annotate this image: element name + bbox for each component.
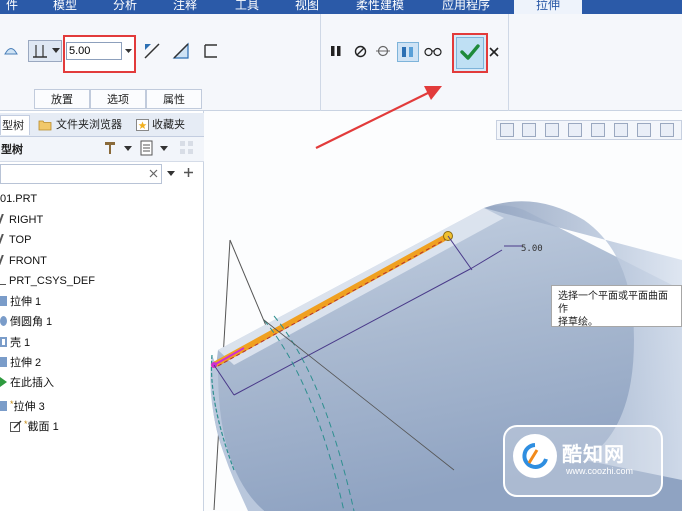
- no-preview-icon[interactable]: [354, 45, 367, 58]
- tree-item-insert-here[interactable]: 在此插入: [0, 374, 54, 392]
- tab-model-tree[interactable]: 型树: [0, 115, 30, 135]
- verify-icon: [402, 47, 413, 57]
- tree-item-extrude-3[interactable]: *拉伸 3: [0, 395, 45, 413]
- part-label: 01.PRT: [0, 193, 38, 205]
- dimension-label[interactable]: 5.00: [521, 244, 543, 254]
- extrude-icon: [0, 357, 7, 367]
- tree-item-section-1[interactable]: *截面 1: [10, 415, 59, 433]
- tab-folder-browser[interactable]: 文件夹浏览器: [56, 115, 128, 135]
- check-icon: [460, 44, 480, 60]
- tab-extrude[interactable]: 拉伸: [514, 0, 582, 14]
- extrude-icon: [0, 296, 7, 306]
- tooltip: 选择一个平面或平面曲面作 择草绘。: [551, 285, 682, 328]
- reorient-icon[interactable]: [591, 123, 605, 137]
- saved-views-icon[interactable]: [614, 123, 628, 137]
- tree-item-extrude-2[interactable]: 拉伸 2: [0, 354, 41, 372]
- tab-tools[interactable]: 工具: [222, 0, 272, 14]
- tree-settings-icon[interactable]: [102, 140, 118, 156]
- sketch-pencil-icon: [10, 420, 22, 432]
- chevron-down-icon[interactable]: [52, 48, 60, 54]
- chevron-down-icon[interactable]: [167, 171, 175, 176]
- tree-item-top[interactable]: TOP: [0, 231, 31, 249]
- remove-material-icon[interactable]: [172, 42, 190, 60]
- tab-favorites[interactable]: 收藏夹: [152, 115, 200, 135]
- folder-icon: [38, 120, 52, 131]
- tab-file[interactable]: 件: [0, 0, 24, 14]
- extrude-3-label: 拉伸 3: [13, 401, 45, 413]
- chevron-down-icon[interactable]: [160, 146, 168, 151]
- depth-value-input[interactable]: [66, 42, 122, 60]
- right-label: RIGHT: [9, 214, 44, 226]
- front-label: FRONT: [9, 255, 47, 267]
- sketch-icon[interactable]: [4, 42, 18, 56]
- tree-item-right[interactable]: RIGHT: [0, 211, 43, 229]
- datum-plane-icon: [0, 255, 8, 265]
- display-style-icon[interactable]: [637, 123, 651, 137]
- csys-label: PRT_CSYS_DEF: [9, 275, 95, 287]
- thicken-sketch-icon[interactable]: [203, 43, 219, 59]
- tree-item-front[interactable]: FRONT: [0, 252, 47, 270]
- tree-item-extrude-1[interactable]: 拉伸 1: [0, 293, 41, 311]
- tab-annotate[interactable]: 注释: [160, 0, 210, 14]
- insert-here-label: 在此插入: [10, 377, 54, 389]
- repaint-icon[interactable]: [568, 123, 582, 137]
- annotation-arrow: [315, 86, 442, 149]
- datum-plane-icon: [0, 234, 8, 244]
- tree-item-csys[interactable]: PRT_CSYS_DEF: [0, 272, 95, 290]
- zoom-out-icon[interactable]: [545, 123, 559, 137]
- top-label: TOP: [9, 234, 32, 246]
- chevron-down-icon[interactable]: [123, 45, 134, 57]
- glasses-icon[interactable]: [424, 45, 442, 57]
- pause-icon[interactable]: [330, 45, 342, 57]
- extrude-icon: [0, 401, 7, 411]
- watermark-url: www.coozhi.com: [566, 466, 634, 476]
- shell-1-label: 壳 1: [10, 337, 31, 349]
- watermark-logo-icon: [522, 443, 548, 469]
- favorites-icon: [136, 119, 149, 131]
- show-icon[interactable]: [140, 140, 154, 156]
- tree-search-input[interactable]: [0, 164, 162, 184]
- chevron-down-icon[interactable]: [124, 146, 132, 151]
- tab-analysis[interactable]: 分析: [100, 0, 150, 14]
- zoom-in-icon[interactable]: [522, 123, 536, 137]
- round-1-label: 倒圆角 1: [10, 316, 53, 328]
- tab-properties[interactable]: 属性: [146, 89, 202, 109]
- tab-model[interactable]: 模型: [40, 0, 90, 14]
- extrude-1-label: 拉伸 1: [10, 296, 42, 308]
- datum-plane-icon: [0, 214, 8, 224]
- tree-item-shell-1[interactable]: 壳 1: [0, 334, 30, 352]
- round-icon: [0, 316, 7, 326]
- insert-arrow-icon: [0, 377, 7, 387]
- datum-display-icon[interactable]: [660, 123, 674, 137]
- extrude-2-label: 拉伸 2: [10, 357, 42, 369]
- tree-item-round-1[interactable]: 倒圆角 1: [0, 313, 52, 331]
- tab-view[interactable]: 视图: [282, 0, 332, 14]
- cancel-icon[interactable]: [489, 47, 499, 57]
- tab-placement[interactable]: 放置: [34, 89, 90, 109]
- csys-icon: [0, 279, 6, 285]
- tab-applications[interactable]: 应用程序: [426, 0, 506, 14]
- watermark-brand: 酷知网: [562, 444, 625, 466]
- tree-item-part[interactable]: 01.PRT: [0, 190, 37, 208]
- filter-icon[interactable]: [179, 140, 195, 156]
- ribbon-separator: [508, 14, 509, 111]
- add-icon[interactable]: [183, 167, 194, 178]
- zoom-refit-icon[interactable]: [500, 123, 514, 137]
- shell-icon: [0, 337, 7, 347]
- clear-icon[interactable]: [149, 169, 158, 178]
- tab-options[interactable]: 选项: [90, 89, 146, 109]
- tree-header: 型树: [1, 144, 23, 156]
- flip-direction-icon[interactable]: [143, 42, 161, 60]
- blind-depth-icon: [33, 45, 47, 58]
- feature-preview-icon[interactable]: [375, 44, 391, 58]
- section-1-label: 截面 1: [27, 421, 59, 433]
- tab-flexible-modeling[interactable]: 柔性建模: [342, 0, 418, 14]
